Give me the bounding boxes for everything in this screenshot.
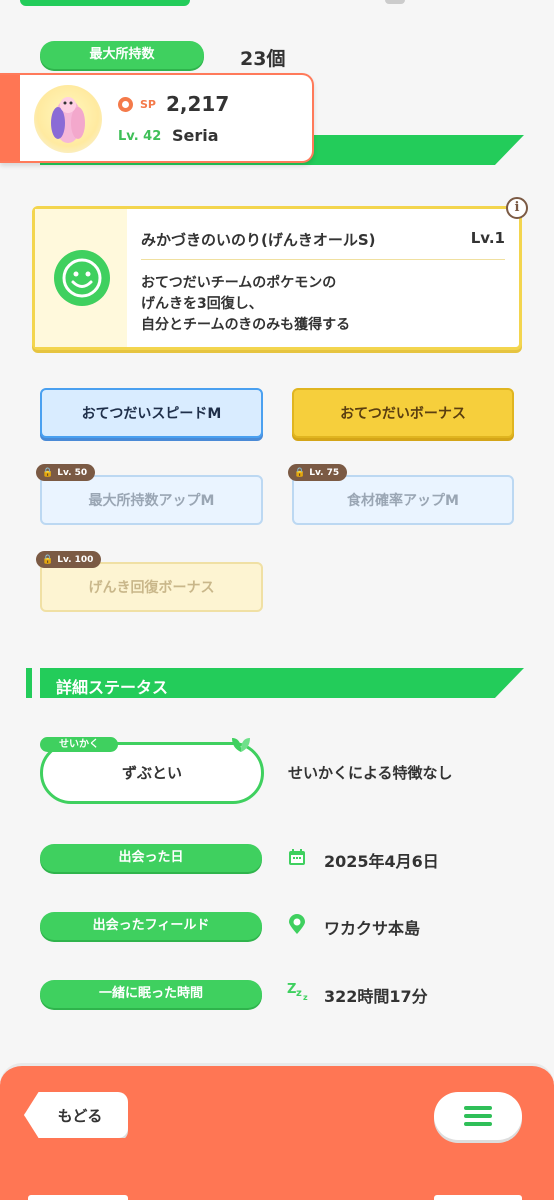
main-skill-desc-3: 自分とチームのきのみも獲得する [141, 317, 351, 333]
lock-tag-lv50: 🔒 Lv. 50 [36, 464, 96, 481]
sub-skill-max-carry[interactable]: 最大所持数アップM [40, 475, 263, 525]
main-skill-level: Lv.1 [470, 229, 505, 247]
sub-skill-ingredient[interactable]: 食材確率アップM [292, 475, 514, 525]
slept-value: 322時間17分 [324, 987, 428, 1006]
section-accent [26, 668, 32, 698]
met-date-value: 2025年4月6日 [324, 852, 439, 871]
max-carry-value: 23個 [240, 48, 286, 70]
main-skill-desc-1: おてつだいチームのポケモンの [141, 275, 337, 291]
sub-skill-help-bonus[interactable]: おてつだいボーナス [292, 388, 514, 438]
leaf-icon [228, 732, 254, 754]
calendar-icon [287, 847, 307, 867]
profile-accent [0, 75, 20, 161]
pokemon-level: Lv. 42 [118, 129, 162, 144]
nature-value: ずぶとい [121, 764, 182, 782]
sleep-zzz-icon: Z z z [287, 982, 308, 1002]
met-field-value: ワカクサ本島 [324, 919, 421, 938]
main-skill-card[interactable]: みかづきのいのり(げんきオールS) Lv.1 おてつだいチームのポケモンの げん… [32, 206, 522, 350]
happy-face-icon [54, 250, 110, 306]
info-icon[interactable]: i [506, 197, 528, 219]
main-skill-name: みかづきのいのり(げんきオールS) [141, 231, 376, 249]
sub-skill-energy-bonus[interactable]: げんき回復ボーナス [40, 562, 263, 612]
main-skill-desc-2: げんきを3回復し、 [141, 296, 263, 312]
nature-tag: せいかく [40, 737, 118, 752]
nature-effect: せいかくによる特徴なし [288, 764, 453, 782]
sp-label: SP [140, 98, 156, 111]
top-card-edge-right [385, 0, 405, 4]
met-field-label: 出会ったフィールド [40, 912, 262, 940]
back-button-label: もどる [57, 1106, 103, 1125]
sp-icon [118, 97, 133, 112]
lock-icon: 🔒 [42, 467, 54, 478]
lock-icon: 🔒 [294, 467, 306, 478]
slept-label: 一緒に眠った時間 [40, 980, 262, 1008]
pokemon-avatar [34, 85, 102, 153]
details-section-title: 詳細ステータス [56, 678, 169, 697]
menu-icon [464, 1106, 492, 1126]
met-date-label: 出会った日 [40, 844, 262, 872]
top-card-edge [20, 0, 190, 6]
sp-value: 2,217 [166, 92, 230, 116]
menu-button[interactable] [434, 1092, 522, 1140]
sub-skill-help-speed[interactable]: おてつだいスピードM [40, 388, 263, 438]
footer-edge-left [28, 1195, 128, 1200]
lock-icon: 🔒 [42, 554, 54, 565]
trainer-name: Seria [172, 126, 219, 145]
max-carry-label: 最大所持数 [40, 41, 204, 69]
main-skill-divider [141, 259, 505, 260]
profile-card[interactable]: SP 2,217 Lv. 42 Seria [0, 73, 314, 163]
location-pin-icon [287, 913, 307, 935]
lock-tag-lv100: 🔒 Lv. 100 [36, 551, 102, 568]
back-button[interactable]: もどる [24, 1092, 128, 1138]
footer-edge-right [434, 1195, 522, 1200]
main-skill-body: みかづきのいのり(げんきオールS) Lv.1 おてつだいチームのポケモンの げん… [127, 209, 519, 347]
lock-tag-lv75: 🔒 Lv. 75 [288, 464, 348, 481]
